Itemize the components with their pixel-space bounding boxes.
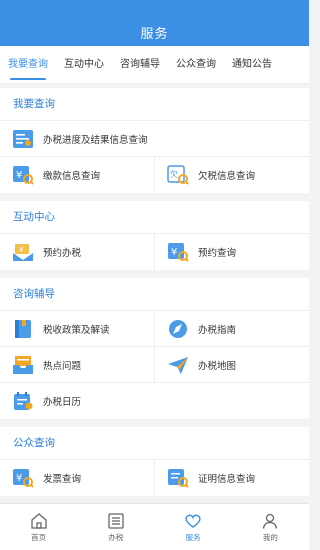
tab-notice[interactable]: 通知公告: [224, 46, 280, 83]
compass-icon: [167, 319, 189, 339]
invoice-query-item[interactable]: ¥ 发票查询: [0, 460, 154, 496]
home-icon: [30, 512, 47, 529]
section-interaction: 互动中心 ¥ 预约办税 ¥ 预约查询: [0, 201, 309, 270]
svg-text:¥: ¥: [16, 170, 22, 181]
bottom-nav: 首页 办税 服务 我的: [0, 503, 309, 550]
appointment-item[interactable]: ¥ 预约办税: [0, 234, 154, 270]
tab-interaction[interactable]: 互动中心: [56, 46, 112, 83]
policy-item[interactable]: 税收政策及解读: [0, 311, 154, 346]
certificate-query-item[interactable]: 证明信息查询: [154, 460, 309, 496]
section-public: 公众查询 ¥ 发票查询 证明信息查询: [0, 427, 309, 496]
list-icon: [108, 512, 124, 529]
svg-text:¥: ¥: [19, 246, 24, 254]
nav-home[interactable]: 首页: [0, 504, 77, 550]
item-label: 热点问题: [43, 360, 82, 372]
yen-search-icon: ¥: [12, 165, 34, 185]
inbox-icon: [12, 355, 34, 375]
nav-label: 办税: [108, 532, 124, 542]
appointment-icon: ¥: [12, 242, 34, 262]
tab-query[interactable]: 我要查询: [0, 46, 56, 83]
invoice-search-icon: ¥: [12, 468, 34, 488]
document-list-icon: [12, 129, 34, 149]
nav-tax[interactable]: 办税: [77, 504, 154, 550]
page-title: 服务: [140, 25, 169, 41]
appointment-query-item[interactable]: ¥ 预约查询: [154, 234, 309, 270]
section-title: 公众查询: [0, 427, 309, 460]
section-consult: 咨询辅导 税收政策及解读 办税指南 热点问题 办税地图 办税日历: [0, 278, 309, 419]
tax-map-item[interactable]: 办税地图: [154, 347, 309, 382]
user-icon: [263, 513, 278, 529]
item-label: 证明信息查询: [198, 474, 256, 485]
calendar-icon: [12, 391, 34, 411]
appointment-search-icon: ¥: [167, 242, 189, 262]
item-label: 税收政策及解读: [43, 324, 110, 336]
section-query: 我要查询 办税进度及结果信息查询 ¥ 缴款信息查询 欠 欠税信息查询: [0, 88, 309, 193]
tab-public[interactable]: 公众查询: [168, 46, 224, 83]
app-header: 服务: [0, 0, 309, 46]
service-content: 我要查询 办税进度及结果信息查询 ¥ 缴款信息查询 欠 欠税信息查询 互动中心 …: [0, 88, 309, 503]
progress-query-item[interactable]: 办税进度及结果信息查询: [0, 121, 309, 156]
item-label: 欠税信息查询: [198, 171, 256, 182]
payment-query-item[interactable]: ¥ 缴款信息查询: [0, 157, 154, 193]
nav-service[interactable]: 服务: [155, 504, 232, 550]
arrears-query-item[interactable]: 欠 欠税信息查询: [154, 157, 309, 193]
nav-mine[interactable]: 我的: [232, 504, 309, 550]
certificate-search-icon: [167, 468, 189, 488]
book-icon: [12, 319, 34, 339]
section-title: 我要查询: [0, 88, 309, 121]
tab-consult[interactable]: 咨询辅导: [112, 46, 168, 83]
item-label: 发票查询: [43, 474, 82, 485]
svg-text:¥: ¥: [16, 473, 22, 484]
svg-text:欠: 欠: [170, 169, 178, 179]
item-label: 办税进度及结果信息查询: [43, 134, 148, 146]
tax-calendar-item[interactable]: 办税日历: [0, 383, 309, 419]
hot-issue-item[interactable]: 热点问题: [0, 347, 154, 382]
item-label: 预约查询: [198, 248, 237, 259]
guide-item[interactable]: 办税指南: [154, 311, 309, 346]
nav-label: 服务: [185, 532, 201, 542]
category-tabs: 我要查询 互动中心 咨询辅导 公众查询 通知公告: [0, 46, 309, 84]
item-label: 办税地图: [198, 360, 237, 372]
item-label: 办税指南: [198, 324, 237, 336]
section-title: 互动中心: [0, 201, 309, 234]
heart-icon: [185, 514, 201, 528]
item-label: 办税日历: [43, 397, 82, 408]
nav-label: 我的: [262, 532, 278, 542]
arrears-search-icon: 欠: [167, 165, 189, 185]
item-label: 缴款信息查询: [43, 171, 101, 182]
section-title: 咨询辅导: [0, 278, 309, 311]
paper-plane-icon: [167, 355, 189, 375]
svg-text:¥: ¥: [171, 247, 177, 258]
nav-label: 首页: [31, 532, 47, 542]
item-label: 预约办税: [43, 248, 82, 259]
